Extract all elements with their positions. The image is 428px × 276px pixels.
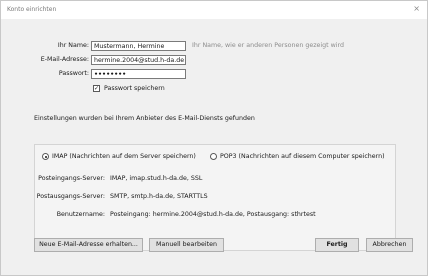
imap-radio[interactable]	[42, 153, 49, 160]
done-button[interactable]: Fertig	[315, 238, 359, 252]
title-bar: Konto einrichten ×	[1, 1, 427, 19]
pop3-radio[interactable]	[210, 153, 217, 160]
incoming-server-label: Posteingangs-Server:	[38, 175, 105, 182]
manual-edit-button[interactable]: Manuell bearbeiten	[149, 238, 224, 252]
name-field[interactable]: Mustermann, Hermine	[91, 41, 186, 51]
account-setup-dialog: Konto einrichten × Ihr Name: Mustermann,…	[0, 0, 428, 276]
new-email-address-button[interactable]: Neue E-Mail-Adresse erhalten...	[34, 238, 143, 252]
cancel-button[interactable]: Abbrechen	[366, 238, 413, 252]
outgoing-server-value: SMTP, smtp.h-da.de, STARTTLS	[110, 193, 208, 200]
remember-password-checkbox[interactable]: ✓	[93, 85, 100, 92]
name-hint: Ihr Name, wie er anderen Personen gezeig…	[192, 42, 344, 49]
imap-label: IMAP (Nachrichten auf dem Server speiche…	[52, 153, 196, 160]
password-field[interactable]: ••••••••	[91, 69, 186, 79]
server-settings-group: IMAP (Nachrichten auf dem Server speiche…	[34, 144, 396, 251]
window-title: Konto einrichten	[7, 6, 57, 13]
email-field[interactable]: hermine.2004@stud.h-da.de	[91, 55, 186, 65]
settings-found-status: Einstellungen wurden bei Ihrem Anbieter …	[34, 115, 255, 122]
remember-password-label: Passwort speichern	[104, 85, 165, 92]
username-value: Posteingang: hermine.2004@stud.h-da.de, …	[110, 211, 316, 218]
outgoing-server-label: Postausgangs-Server:	[36, 193, 105, 200]
close-icon[interactable]: ×	[413, 5, 420, 13]
username-label: Benutzername:	[56, 211, 105, 218]
password-label: Passwort:	[58, 70, 89, 77]
incoming-server-value: IMAP, imap.stud.h-da.de, SSL	[110, 175, 203, 182]
email-label: E-Mail-Adresse:	[40, 56, 89, 63]
pop3-label: POP3 (Nachrichten auf diesem Computer sp…	[220, 153, 385, 160]
name-label: Ihr Name:	[57, 42, 89, 49]
